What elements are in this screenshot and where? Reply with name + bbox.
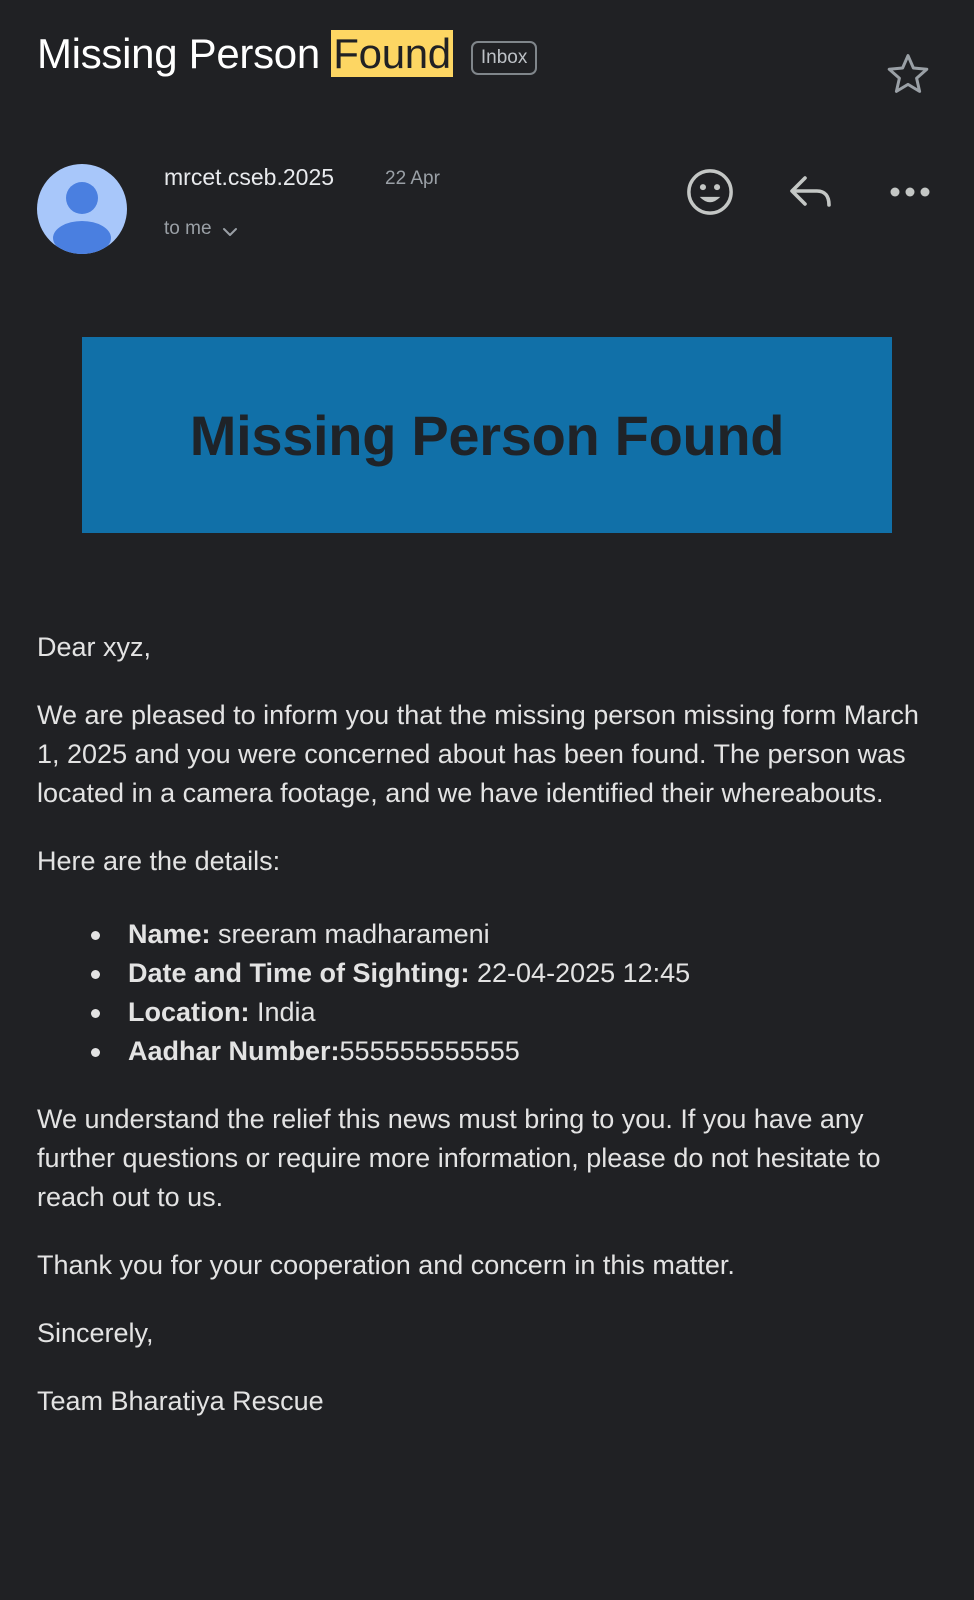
detail-value: sreeram madharameni (210, 919, 490, 949)
search-highlight: Found (331, 30, 453, 77)
star-icon (887, 54, 929, 93)
chevron-down-icon (222, 228, 237, 236)
body-paragraph-2: We understand the relief this news must … (37, 1104, 881, 1212)
detail-label: Aadhar Number: (128, 1036, 340, 1066)
star-button[interactable] (884, 50, 932, 98)
greeting: Dear xyz, (37, 632, 152, 662)
body-paragraph-3: Thank you for your cooperation and conce… (37, 1250, 735, 1280)
detail-label: Name: (128, 919, 211, 949)
more-horizontal-icon (890, 187, 930, 197)
details-intro: Here are the details: (37, 846, 281, 876)
detail-label: Date and Time of Sighting: (128, 958, 470, 988)
more-options-button[interactable] (884, 168, 936, 216)
banner-title: Missing Person Found (189, 403, 785, 467)
signature: Team Bharatiya Rescue (37, 1386, 324, 1416)
details-item-location: Location: India (91, 993, 937, 1032)
details-item-aadhar: Aadhar Number:555555555555 (91, 1032, 937, 1071)
email-banner: Missing Person Found (82, 337, 892, 533)
body-paragraph-1: We are pleased to inform you that the mi… (37, 700, 919, 808)
email-subject: Missing Person Found (37, 30, 453, 78)
details-list: Name: sreeram madharameni Date and Time … (37, 910, 937, 1071)
reply-icon (790, 176, 831, 207)
email-date: 22 Apr (385, 168, 440, 189)
detail-value: 555555555555 (339, 1036, 520, 1066)
details-item-name: Name: sreeram madharameni (91, 915, 937, 954)
person-icon (53, 182, 111, 254)
detail-label: Location: (128, 997, 250, 1027)
email-view: Missing Person Found Inbox mrcet.cseb.20… (0, 0, 974, 1600)
emoji-icon (687, 169, 733, 215)
inbox-label-badge[interactable]: Inbox (470, 41, 538, 75)
email-body: Dear xyz, We are pleased to inform you t… (37, 628, 937, 1450)
details-item-sighting: Date and Time of Sighting: 22-04-2025 12… (91, 954, 937, 993)
subject-text: Missing Person (37, 30, 332, 77)
detail-value: India (249, 997, 316, 1027)
closing: Sincerely, (37, 1318, 154, 1348)
recipient-label: to me (164, 218, 212, 239)
sender-avatar[interactable] (37, 164, 127, 254)
sender-name[interactable]: mrcet.cseb.2025 (164, 164, 334, 191)
subject-row: Missing Person Found Inbox (37, 30, 538, 78)
add-reaction-button[interactable] (684, 166, 736, 218)
reply-button[interactable] (785, 168, 837, 216)
recipient-details-toggle[interactable]: to me (164, 218, 238, 240)
detail-value: 22-04-2025 12:45 (469, 958, 691, 988)
